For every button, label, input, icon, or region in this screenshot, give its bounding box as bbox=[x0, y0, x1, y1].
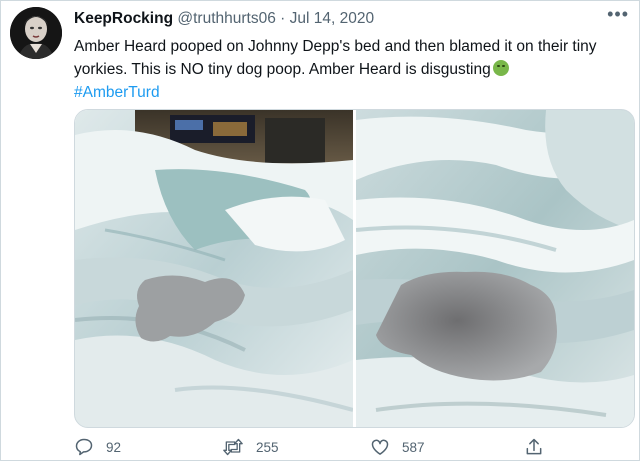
photo-left[interactable] bbox=[75, 110, 353, 427]
tweet-date[interactable]: Jul 14, 2020 bbox=[290, 10, 374, 27]
reply-icon bbox=[75, 438, 93, 456]
tweet-body: Amber Heard pooped on Johnny Depp's bed … bbox=[74, 38, 597, 78]
like-button[interactable]: 587 bbox=[370, 437, 425, 457]
hashtag-link[interactable]: #AmberTurd bbox=[74, 81, 624, 104]
share-button[interactable] bbox=[524, 437, 544, 457]
avatar[interactable] bbox=[10, 7, 62, 59]
like-icon bbox=[371, 439, 389, 455]
tweet-text: Amber Heard pooped on Johnny Depp's bed … bbox=[74, 35, 624, 104]
display-name[interactable]: KeepRocking bbox=[74, 10, 173, 27]
retweet-button[interactable]: 255 bbox=[222, 437, 279, 457]
tweet-header: KeepRocking @truthhurts06 · Jul 14, 2020 bbox=[74, 10, 629, 30]
reply-button[interactable]: 92 bbox=[74, 437, 121, 457]
share-icon bbox=[526, 438, 542, 455]
retweet-icon bbox=[223, 438, 243, 456]
nauseated-face-emoji bbox=[492, 60, 509, 76]
tweet-card[interactable]: KeepRocking @truthhurts06 · Jul 14, 2020… bbox=[0, 0, 640, 461]
reply-count: 92 bbox=[106, 439, 122, 455]
photo-right[interactable] bbox=[356, 110, 634, 427]
separator-dot: · bbox=[280, 10, 286, 27]
media-grid bbox=[74, 109, 635, 428]
action-bar: 92 255 587 bbox=[74, 437, 614, 457]
user-handle[interactable]: @truthhurts06 bbox=[177, 10, 275, 27]
like-count: 587 bbox=[402, 439, 425, 455]
more-icon[interactable]: ••• bbox=[607, 5, 629, 23]
retweet-count: 255 bbox=[256, 439, 279, 455]
